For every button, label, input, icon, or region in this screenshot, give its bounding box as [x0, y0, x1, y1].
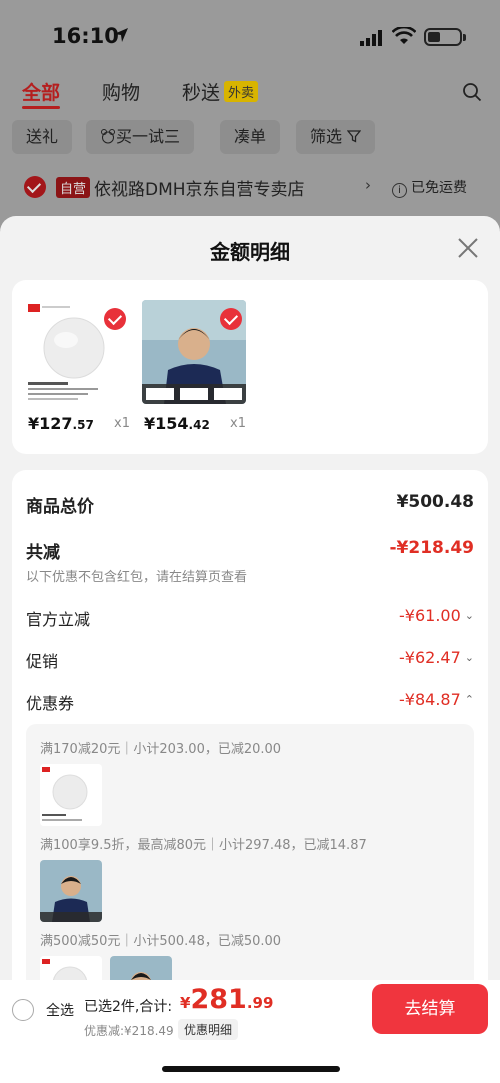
chevron-down-icon: ⌄: [464, 609, 474, 622]
sheet-title: 金额明细: [210, 240, 290, 264]
amount-detail-sheet: 金额明细 ¥127.57 x1 ¥154.42 x1 商品总价 ¥500.48 …: [0, 216, 500, 1083]
status-bar: 16:10: [0, 22, 500, 52]
filter-screen-label: 筛选: [310, 127, 343, 146]
discount-summary: 优惠减:¥218.49: [84, 1024, 174, 1038]
filter-try[interactable]: 买一试三: [86, 120, 195, 154]
official-discount-value: -¥61.00: [399, 606, 461, 625]
shop-name[interactable]: 依视路DMH京东自营专卖店: [94, 175, 305, 200]
product-item-glasses[interactable]: ¥154.42 x1: [142, 300, 272, 440]
discount-note: 以下优惠不包含红包，请在结算页查看: [26, 570, 248, 585]
select-all-radio[interactable]: [12, 999, 34, 1021]
official-discount-label: 官方立减: [26, 610, 91, 629]
free-shipping-label: 已免运费: [411, 180, 467, 196]
total-amount: ¥281.99: [180, 984, 273, 1015]
official-discount-row[interactable]: -¥61.00 ⌄: [399, 606, 474, 625]
glasses-thumbnail: [40, 860, 102, 922]
chevron-down-icon: ⌄: [464, 651, 474, 664]
filter-combine[interactable]: 凑单: [220, 120, 281, 154]
reduce-value: -¥218.49: [389, 538, 475, 558]
close-icon[interactable]: [456, 236, 480, 260]
price-decimal: .42: [188, 418, 210, 432]
product-checkbox[interactable]: [104, 308, 126, 330]
cellular-signal-icon: [360, 30, 382, 46]
price-integer: ¥154: [144, 414, 189, 433]
takeaway-badge: 外卖: [224, 81, 259, 102]
product-item-lens[interactable]: ¥127.57 x1: [26, 300, 156, 440]
total-currency: ¥: [180, 994, 191, 1012]
shop-checkbox[interactable]: [24, 176, 46, 198]
coupon-label: 优惠券: [26, 694, 75, 713]
coupon-rule: 满100享9.5折，最高减80元｜小计297.48，已减14.87: [40, 838, 367, 853]
home-indicator: [162, 1066, 340, 1072]
filter-try-label: 买一试三: [116, 127, 181, 146]
coupon-value: -¥84.87: [399, 690, 461, 709]
price-decimal: .57: [72, 418, 94, 432]
search-icon[interactable]: [462, 82, 482, 102]
product-card: ¥127.57 x1 ¥154.42 x1: [12, 280, 488, 454]
total-value: ¥500.48: [396, 492, 474, 512]
selected-count: 已选2件,合计:: [84, 999, 173, 1015]
shop-header[interactable]: 自营 依视路DMH京东自营专卖店 › i 已免运费: [12, 168, 488, 208]
filter-gift[interactable]: 送礼: [12, 120, 73, 154]
tab-all[interactable]: 全部: [22, 78, 60, 105]
coupon-rule: 满170减20元｜小计203.00，已减20.00: [40, 742, 282, 757]
tab-underline: [22, 106, 60, 109]
reduce-label: 共减: [26, 543, 60, 563]
select-all-label[interactable]: 全选: [46, 1000, 74, 1020]
total-integer: 281: [190, 984, 247, 1015]
price-integer: ¥127: [28, 414, 73, 433]
info-icon[interactable]: i: [392, 183, 407, 198]
coupon-rule: 满500减50元｜小计500.48，已减50.00: [40, 934, 282, 949]
tab-instant-delivery-label: 秒送: [182, 82, 221, 104]
coupon-row[interactable]: -¥84.87 ⌃: [399, 690, 474, 709]
filter-bar: 送礼 买一试三 凑单 筛选: [12, 120, 492, 156]
tab-instant-delivery[interactable]: 秒送 外卖: [182, 78, 259, 105]
chevron-up-icon: ⌃: [464, 693, 474, 706]
chevron-right-icon: ›: [365, 176, 371, 194]
battery-icon: [424, 28, 466, 46]
product-price: ¥154.42: [144, 414, 210, 433]
checkout-button[interactable]: 去结算: [372, 984, 488, 1034]
filter-funnel-icon: [346, 130, 362, 143]
category-tabs: 全部 购物 秒送 外卖: [22, 78, 482, 109]
wifi-icon: [392, 27, 416, 44]
promotion-label: 促销: [26, 652, 59, 671]
status-time: 16:10: [52, 24, 119, 48]
checkout-bar: 全选 已选2件,合计: ¥281.99 优惠减:¥218.49 优惠明细 去结算: [0, 980, 500, 1083]
promotion-value: -¥62.47: [399, 648, 461, 667]
total-decimal: .99: [246, 994, 274, 1012]
bear-icon: [101, 129, 115, 144]
self-operated-badge: 自营: [56, 177, 91, 198]
total-label: 商品总价: [26, 497, 94, 517]
product-quantity: x1: [114, 416, 130, 431]
filter-screen[interactable]: 筛选: [296, 120, 376, 154]
location-arrow-icon: [114, 28, 128, 42]
product-checkbox[interactable]: [220, 308, 242, 330]
product-price: ¥127.57: [28, 414, 94, 433]
tab-shopping[interactable]: 购物: [102, 78, 140, 105]
promotion-row[interactable]: -¥62.47 ⌄: [399, 648, 474, 667]
discount-detail-button[interactable]: 优惠明细: [178, 1019, 239, 1040]
free-shipping: i 已免运费: [392, 177, 467, 198]
lens-thumbnail: [40, 764, 102, 826]
product-quantity: x1: [230, 416, 246, 431]
